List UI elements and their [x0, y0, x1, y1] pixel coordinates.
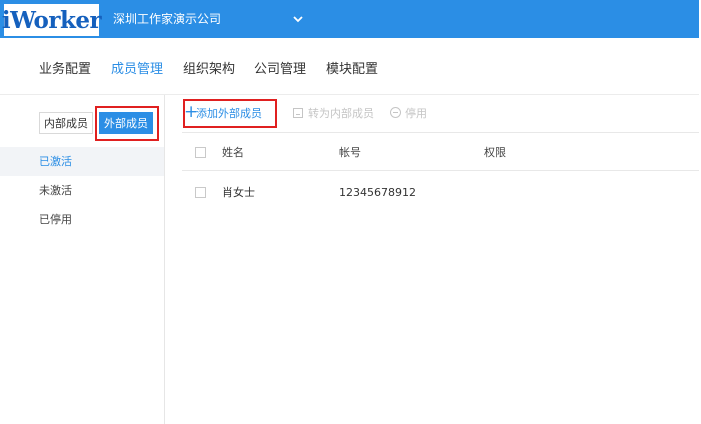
nav-org-structure[interactable]: 组织架构 — [183, 62, 235, 78]
column-header-account: 帐号 — [339, 146, 361, 159]
column-header-name: 姓名 — [222, 146, 244, 159]
disable-icon — [390, 107, 401, 118]
chevron-down-icon[interactable] — [292, 13, 304, 25]
cell-account: 12345678912 — [339, 186, 416, 199]
column-header-permission: 权限 — [484, 146, 506, 159]
sidebar-divider — [164, 95, 165, 424]
nav-company-management[interactable]: 公司管理 — [254, 62, 306, 78]
logo-text: iWorker — [1, 6, 102, 34]
nav-divider — [0, 94, 699, 95]
app-logo[interactable]: iWorker — [1, 4, 102, 36]
internal-members-tab[interactable]: 内部成员 — [39, 112, 93, 134]
convert-to-internal-button[interactable]: 转为内部成员 — [308, 106, 374, 122]
nav-member-management[interactable]: 成员管理 — [111, 62, 163, 78]
main-navigation: 业务配置 成员管理 组织架构 公司管理 模块配置 — [0, 55, 699, 85]
disable-button[interactable]: 停用 — [405, 106, 427, 122]
convert-icon — [293, 108, 303, 118]
row-checkbox[interactable] — [195, 187, 206, 198]
table-header-divider — [182, 170, 699, 171]
company-name[interactable]: 深圳工作家演示公司 — [113, 11, 221, 27]
top-header-bar: iWorker 深圳工作家演示公司 — [0, 0, 699, 38]
nav-business-config[interactable]: 业务配置 — [39, 62, 91, 78]
sidebar-item-not-activated[interactable]: 未激活 — [0, 176, 164, 205]
highlight-box-add-button — [183, 99, 277, 128]
sidebar-item-activated[interactable]: 已激活 — [0, 147, 164, 176]
cell-name: 肖女士 — [222, 186, 255, 199]
nav-module-config[interactable]: 模块配置 — [326, 62, 378, 78]
toolbar-divider — [182, 132, 699, 133]
sidebar-item-disabled[interactable]: 已停用 — [0, 205, 164, 234]
highlight-box-external-tab — [95, 106, 159, 141]
select-all-checkbox[interactable] — [195, 147, 206, 158]
